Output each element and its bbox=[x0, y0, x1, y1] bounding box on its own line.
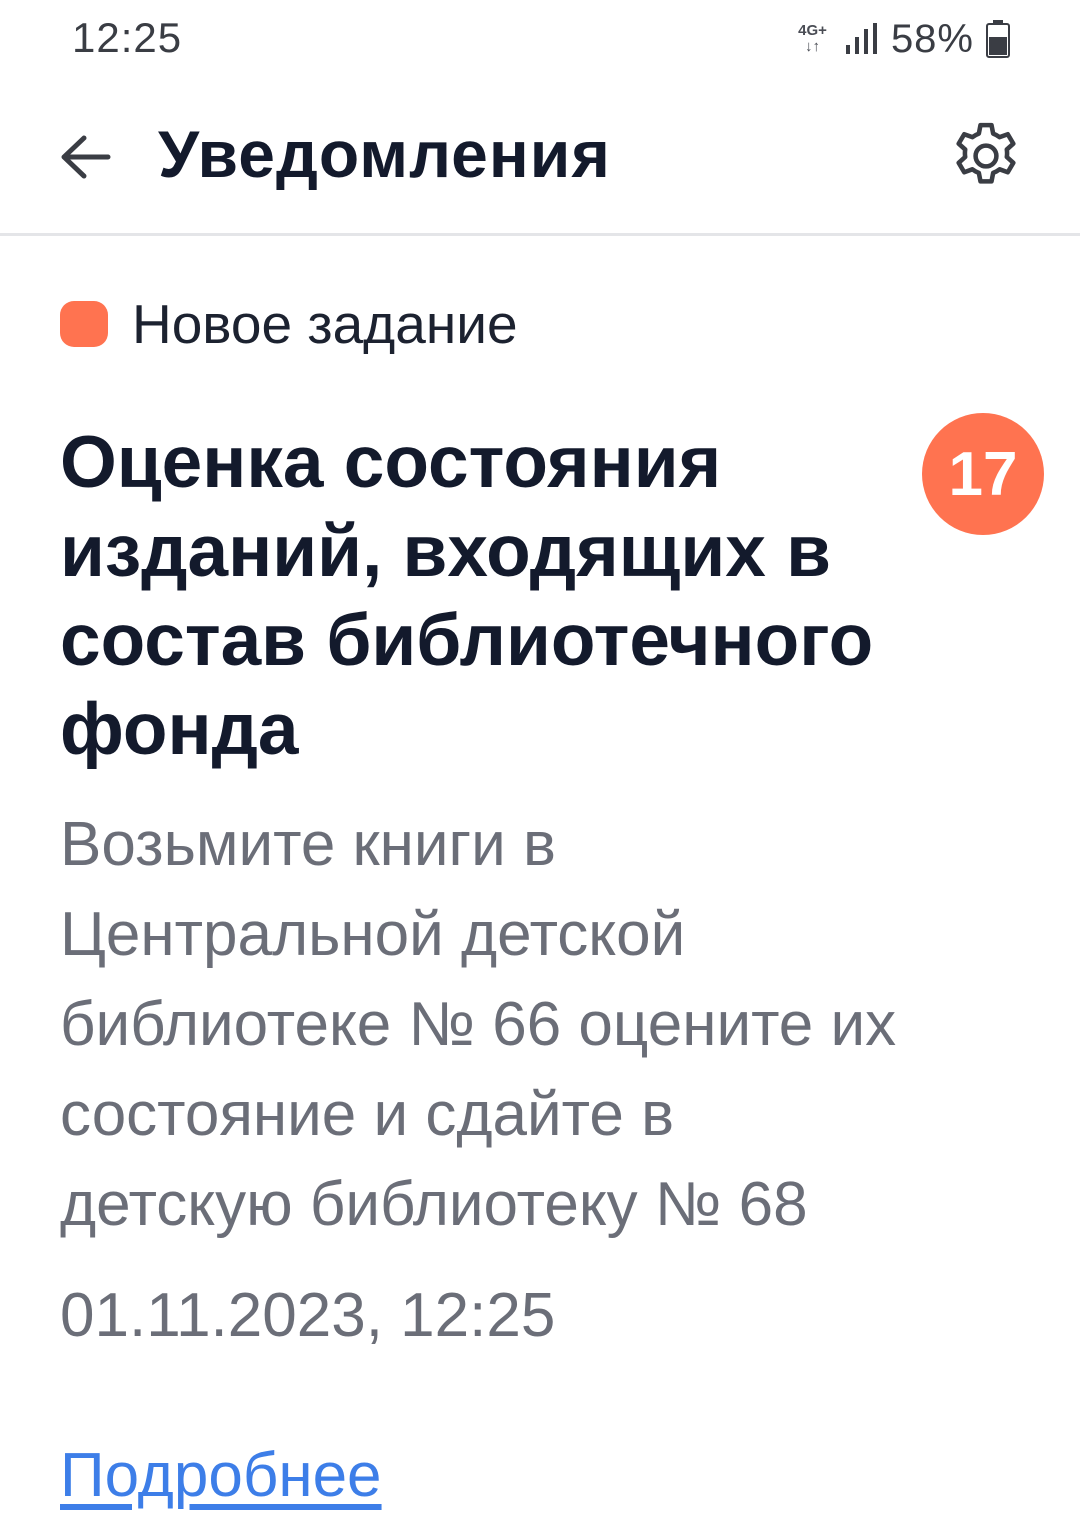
more-details-link[interactable]: Подробнее bbox=[60, 1440, 382, 1511]
count-badge: 17 bbox=[922, 413, 1044, 535]
status-bar: 12:25 4G+ ↓↑ 58% bbox=[0, 0, 1080, 80]
settings-button[interactable] bbox=[944, 114, 1028, 198]
signal-strength-icon bbox=[845, 23, 877, 54]
back-button[interactable] bbox=[52, 124, 118, 190]
app-header: Уведомления bbox=[0, 80, 1080, 236]
notification-type-label: Новое задание bbox=[132, 293, 518, 355]
page-title: Уведомления bbox=[158, 117, 611, 191]
network-arrows: ↓↑ bbox=[805, 38, 821, 55]
notification-date: 01.11.2023, 12:25 bbox=[60, 1281, 556, 1350]
status-indicators: 4G+ ↓↑ 58% bbox=[798, 14, 1010, 64]
battery-percent: 58% bbox=[890, 16, 974, 61]
battery-icon bbox=[986, 20, 1010, 58]
new-task-indicator bbox=[60, 301, 108, 347]
gear-icon bbox=[956, 122, 1016, 184]
notification-title: Оценка состояния изданий, входящих в сос… bbox=[60, 422, 874, 770]
status-time: 12:25 bbox=[72, 14, 183, 61]
notification-type: Новое задание bbox=[60, 292, 518, 356]
network-type-icon: 4G+ ↓↑ bbox=[798, 23, 827, 55]
network-type-label: 4G+ bbox=[798, 22, 827, 39]
notification-body: Возьмите книги в Центральной детской биб… bbox=[60, 810, 897, 1239]
arrow-left-icon bbox=[61, 135, 111, 179]
